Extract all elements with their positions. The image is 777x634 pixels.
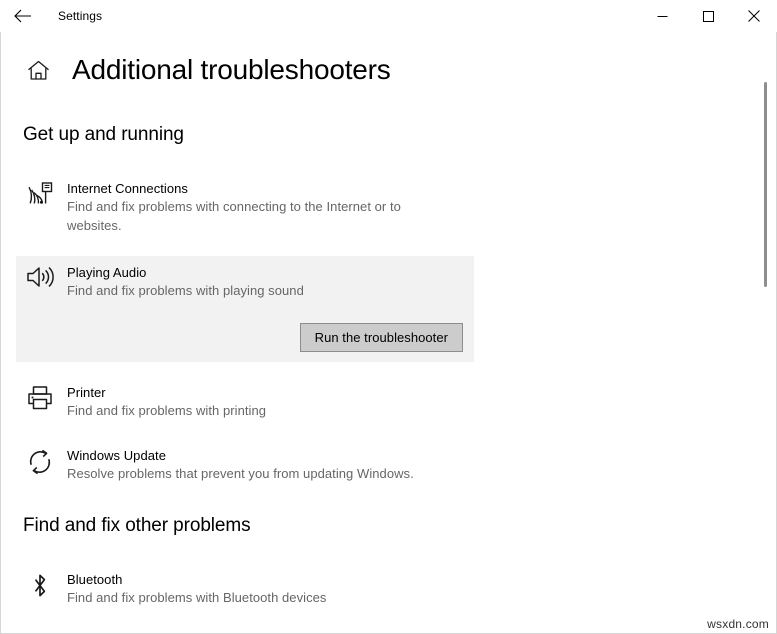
bluetooth-icon	[23, 571, 57, 605]
troubleshooter-item-internet-connections[interactable]: Internet Connections Find and fix proble…	[1, 172, 481, 242]
troubleshooter-item-bluetooth[interactable]: Bluetooth Find and fix problems with Blu…	[1, 563, 481, 614]
section-heading-find-and-fix-other-problems: Find and fix other problems	[23, 515, 251, 536]
troubleshooter-item-partial[interactable]	[1, 624, 481, 633]
troubleshooter-description: Find and fix problems with connecting to…	[67, 199, 401, 233]
title-bar: Settings	[0, 0, 777, 32]
back-arrow-icon	[14, 9, 32, 23]
page-title: Additional troubleshooters	[72, 54, 391, 85]
troubleshooter-title: Windows Update	[67, 448, 166, 463]
troubleshooter-description: Find and fix problems with Bluetooth dev…	[67, 590, 327, 605]
maximize-icon	[702, 10, 714, 22]
troubleshooter-item-printer[interactable]: Printer Find and fix problems with print…	[1, 376, 481, 427]
troubleshooter-item-windows-update[interactable]: Windows Update Resolve problems that pre…	[1, 439, 481, 490]
troubleshooter-title: Playing Audio	[67, 265, 147, 280]
refresh-sync-icon	[23, 447, 57, 481]
run-troubleshooter-button[interactable]: Run the troubleshooter	[299, 323, 463, 352]
vertical-scrollbar[interactable]	[760, 32, 775, 633]
wifi-network-icon	[23, 180, 57, 214]
troubleshooter-item-playing-audio[interactable]: Playing Audio Find and fix problems with…	[16, 256, 474, 307]
page-header: Additional troubleshooters	[1, 54, 391, 86]
window-caption-buttons	[639, 0, 777, 32]
troubleshooter-title: Printer	[67, 385, 106, 400]
minimize-button[interactable]	[639, 0, 685, 32]
maximize-button[interactable]	[685, 0, 731, 32]
troubleshooter-action-row: Run the troubleshooter	[16, 307, 474, 362]
scrollbar-thumb[interactable]	[764, 82, 767, 287]
close-icon	[748, 10, 760, 22]
troubleshooter-text: Playing Audio Find and fix problems with…	[67, 263, 304, 300]
close-button[interactable]	[731, 0, 777, 32]
section-heading-get-up-and-running: Get up and running	[23, 124, 184, 145]
troubleshooter-item-playing-audio-wrapper: Playing Audio Find and fix problems with…	[1, 256, 481, 362]
troubleshooter-description: Resolve problems that prevent you from u…	[67, 466, 414, 481]
back-button[interactable]	[0, 0, 46, 32]
troubleshooter-list-other-problems: Bluetooth Find and fix problems with Blu…	[1, 563, 481, 633]
troubleshooter-text: Printer Find and fix problems with print…	[67, 383, 266, 420]
minimize-icon	[657, 11, 668, 22]
home-icon[interactable]	[23, 55, 53, 85]
troubleshooter-title: Bluetooth	[67, 572, 123, 587]
settings-window: Settings Additional troubleshooters Get …	[0, 0, 777, 634]
client-area: Additional troubleshooters Get up and ru…	[0, 32, 777, 634]
troubleshooter-description: Find and fix problems with playing sound	[67, 283, 304, 298]
troubleshooter-title: Internet Connections	[67, 181, 188, 196]
troubleshooter-description: Find and fix problems with printing	[67, 403, 267, 418]
watermark: wsxdn.com	[705, 617, 771, 631]
troubleshooter-text: Internet Connections Find and fix proble…	[67, 179, 437, 235]
troubleshooter-list-get-up-and-running: Internet Connections Find and fix proble…	[1, 172, 481, 490]
app-title: Settings	[58, 9, 103, 23]
speaker-volume-icon	[23, 264, 57, 298]
troubleshooter-text: Bluetooth Find and fix problems with Blu…	[67, 570, 326, 607]
troubleshooter-text: Windows Update Resolve problems that pre…	[67, 446, 414, 483]
printer-icon	[23, 384, 57, 418]
